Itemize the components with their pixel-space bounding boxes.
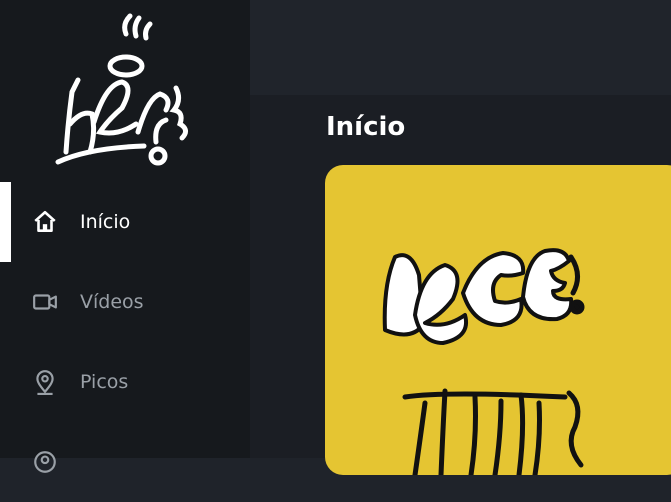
sidebar-item-videos[interactable]: Vídeos xyxy=(0,262,250,342)
top-bar xyxy=(250,0,671,95)
video-camera-icon xyxy=(32,289,58,315)
sidebar-item-picos[interactable]: Picos xyxy=(0,342,250,422)
sidebar-item-label: Início xyxy=(80,211,131,233)
hero-graffiti-artwork xyxy=(382,248,585,475)
sidebar-item-label: Vídeos xyxy=(80,291,144,313)
map-pin-icon xyxy=(32,369,58,395)
graffiti-logo-icon xyxy=(55,13,188,166)
page-title: Início xyxy=(326,112,406,142)
app-logo[interactable] xyxy=(48,12,200,167)
sidebar: Início Vídeos Picos xyxy=(0,0,250,473)
user-circle-icon xyxy=(32,449,58,475)
hero-banner[interactable] xyxy=(325,165,671,475)
sidebar-item-inicio[interactable]: Início xyxy=(0,182,250,262)
sidebar-item-partial[interactable] xyxy=(0,422,250,502)
home-icon xyxy=(32,209,58,235)
sidebar-item-label: Picos xyxy=(80,371,129,393)
